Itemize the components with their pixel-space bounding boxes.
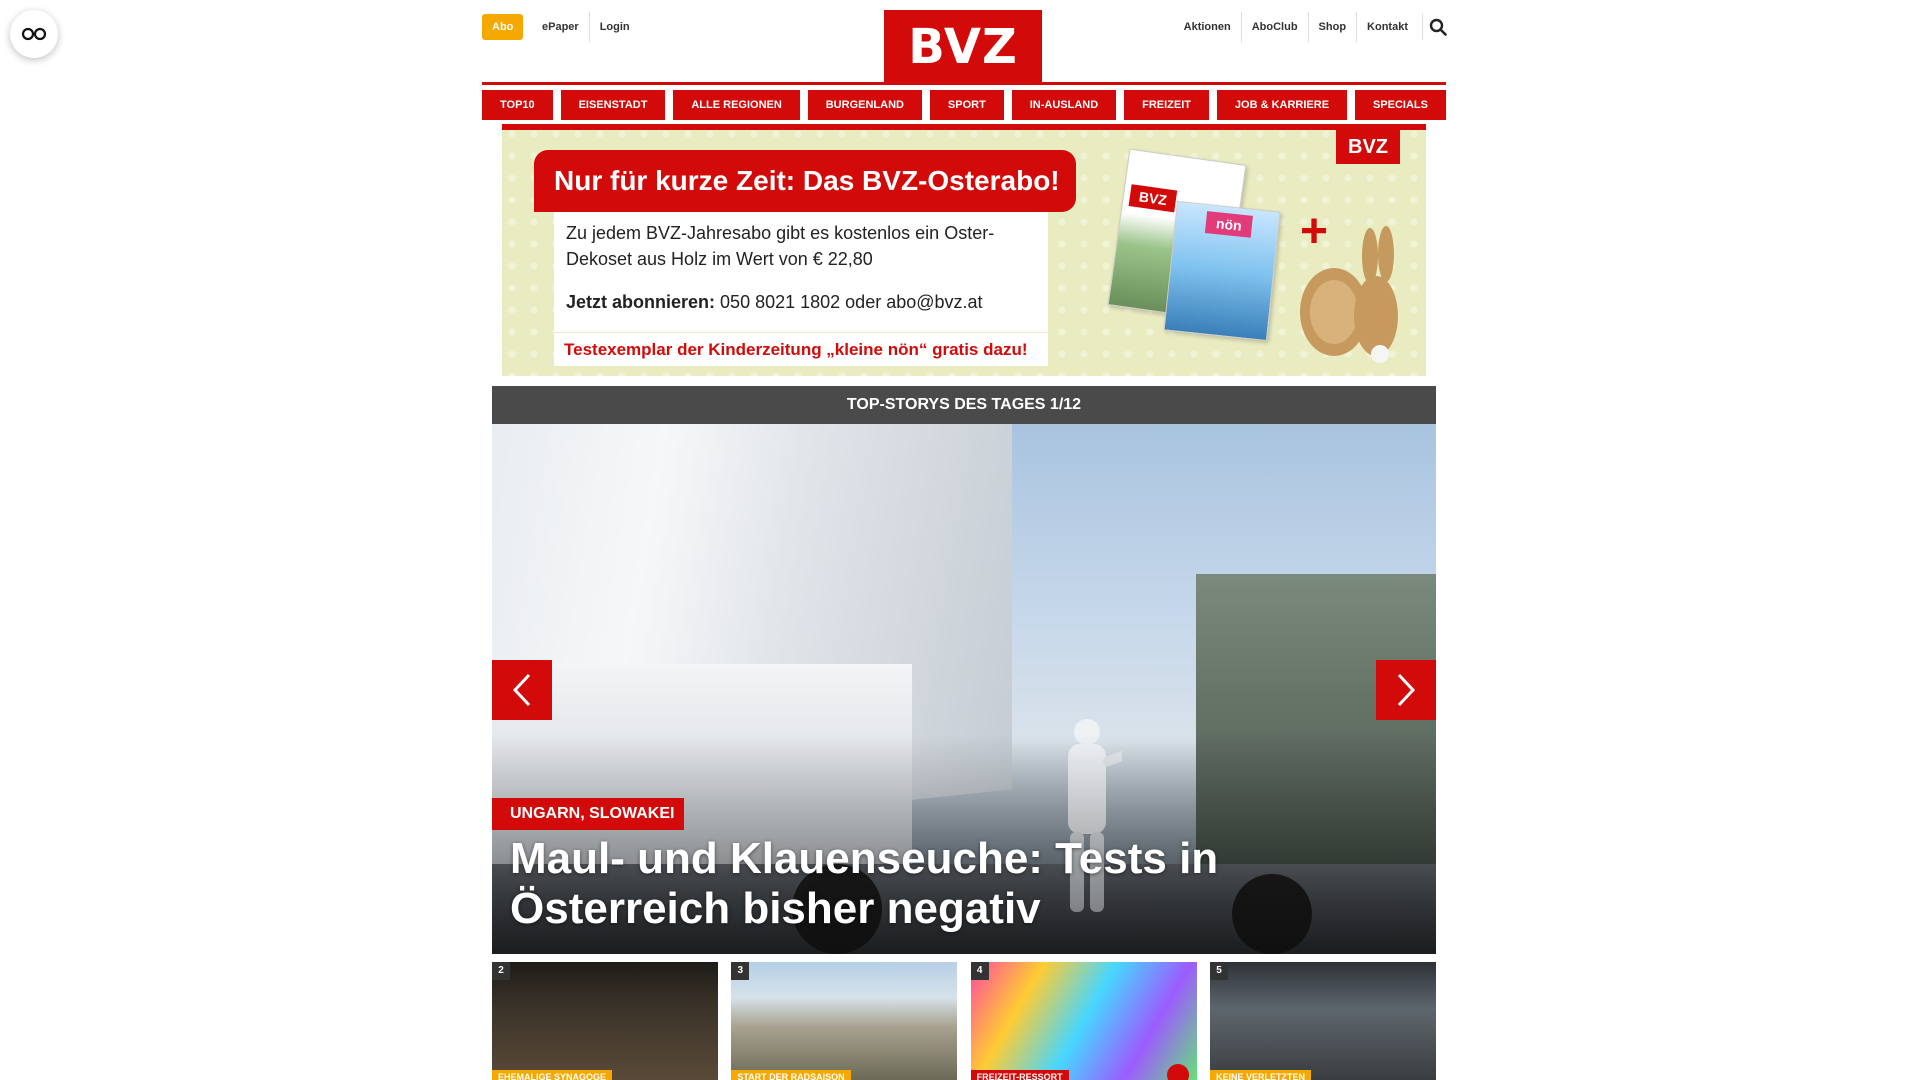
story-tag: START DER RADSAISON [731,1070,851,1080]
story-thumbnail[interactable]: 3 START DER RADSAISON [731,962,958,1080]
nav-burgenland[interactable]: BURGENLAND [807,90,922,120]
story-thumbnail[interactable]: 2 EHEMALIGE SYNAGOGE [492,962,718,1080]
nav-job-karriere[interactable]: JOB & KARRIERE [1216,90,1348,120]
abo-button[interactable]: Abo [482,14,524,40]
newspaper-noen-logo: nön [1204,211,1253,238]
story-thumbnail[interactable]: 5 KEINE VERLETZTEN [1209,962,1436,1080]
utility-nav-left: ePaper Login [532,12,640,42]
nav-in-ausland[interactable]: IN-AUSLAND [1011,90,1117,120]
top-stories-header: TOP-STORYS DES TAGES 1/12 [492,386,1436,424]
chevron-left-icon [512,673,531,707]
nav-sport[interactable]: SPORT [929,90,1004,120]
nav-top10[interactable]: TOP10 [482,90,553,120]
promo-bvz-logo: BVZ [1336,130,1400,164]
story-tag: KEINE VERLETZTEN [1209,1070,1311,1080]
promo-contact: Jetzt abonnieren: 050 8021 1802 oder abo… [566,292,983,313]
login-link[interactable]: Login [588,12,640,42]
hero-prev-button[interactable] [492,660,552,720]
promo-card: Zu jedem BVZ-Jahresabo gibt es kostenlos… [554,212,1048,366]
story-tag: FREIZEIT-RESSORT [970,1070,1069,1080]
site-logo[interactable]: BVZ [884,10,1042,84]
story-number-badge: 2 [492,962,510,980]
header-divider [482,82,1446,85]
shop-link[interactable]: Shop [1307,12,1357,42]
promo-kids-offer: Testexemplar der Kinderzeitung „kleine n… [554,332,1048,366]
nav-eisenstadt[interactable]: EISENSTADT [560,90,666,120]
chevron-right-icon [1397,673,1416,707]
promo-banner[interactable]: Nur für kurze Zeit: Das BVZ-Osterabo! Zu… [502,124,1426,376]
promo-headline[interactable]: Nur für kurze Zeit: Das BVZ-Osterabo! [534,150,1076,212]
epaper-link[interactable]: ePaper [532,12,589,42]
newspaper-noen-image: nön [1163,200,1281,342]
promo-contact-details: 050 8021 1802 oder abo@bvz.at [720,292,983,312]
glasses-icon [21,27,47,41]
main-nav: TOP10 EISENSTADT ALLE REGIONEN BURGENLAN… [482,90,1446,120]
story-number-badge: 5 [1209,962,1228,980]
story-thumbnail[interactable]: 4 FREIZEIT-RESSORT [970,962,1197,1080]
hero-story[interactable]: UNGARN, SLOWAKEI Maul- und Klauenseuche:… [492,424,1436,954]
hero-story-tag: UNGARN, SLOWAKEI [492,798,685,830]
story-tag: EHEMALIGE SYNAGOGE [492,1070,613,1080]
site-header: Abo ePaper Login BVZ Aktionen AboClub Sh… [482,0,1447,85]
page-container: Abo ePaper Login BVZ Aktionen AboClub Sh… [482,0,1447,1080]
hero-story-title[interactable]: Maul- und Klauenseuche: Tests in Österre… [510,834,1270,934]
nav-freizeit[interactable]: FREIZEIT [1124,90,1209,120]
promo-top-stripe [502,124,1426,130]
aboclub-link[interactable]: AboClub [1240,12,1308,42]
kontakt-link[interactable]: Kontakt [1356,12,1418,42]
accessibility-button[interactable] [10,10,58,58]
nav-specials[interactable]: SPECIALS [1354,90,1446,120]
utility-nav-right: Aktionen AboClub Shop Kontakt [1174,12,1418,42]
promo-body-text: Zu jedem BVZ-Jahresabo gibt es kostenlos… [566,223,995,269]
aktionen-link[interactable]: Aktionen [1174,12,1241,42]
search-icon [1429,18,1447,36]
search-button[interactable] [1422,14,1447,40]
top-stories: TOP-STORYS DES TAGES 1/12 UNGARN, SLOWAK… [492,386,1436,954]
nav-alle-regionen[interactable]: ALLE REGIONEN [673,90,800,120]
story-thumbnails: 2 EHEMALIGE SYNAGOGE 3 START DER RADSAIS… [492,962,1436,1080]
easter-bunny-decoration [1300,226,1398,363]
premium-badge-icon [1166,1064,1189,1080]
newspaper-bvz-logo: BVZ [1128,184,1178,213]
promo-contact-label: Jetzt abonnieren: [566,292,716,312]
story-number-badge: 3 [731,962,750,980]
story-number-badge: 4 [970,962,989,980]
hero-next-button[interactable] [1376,660,1436,720]
